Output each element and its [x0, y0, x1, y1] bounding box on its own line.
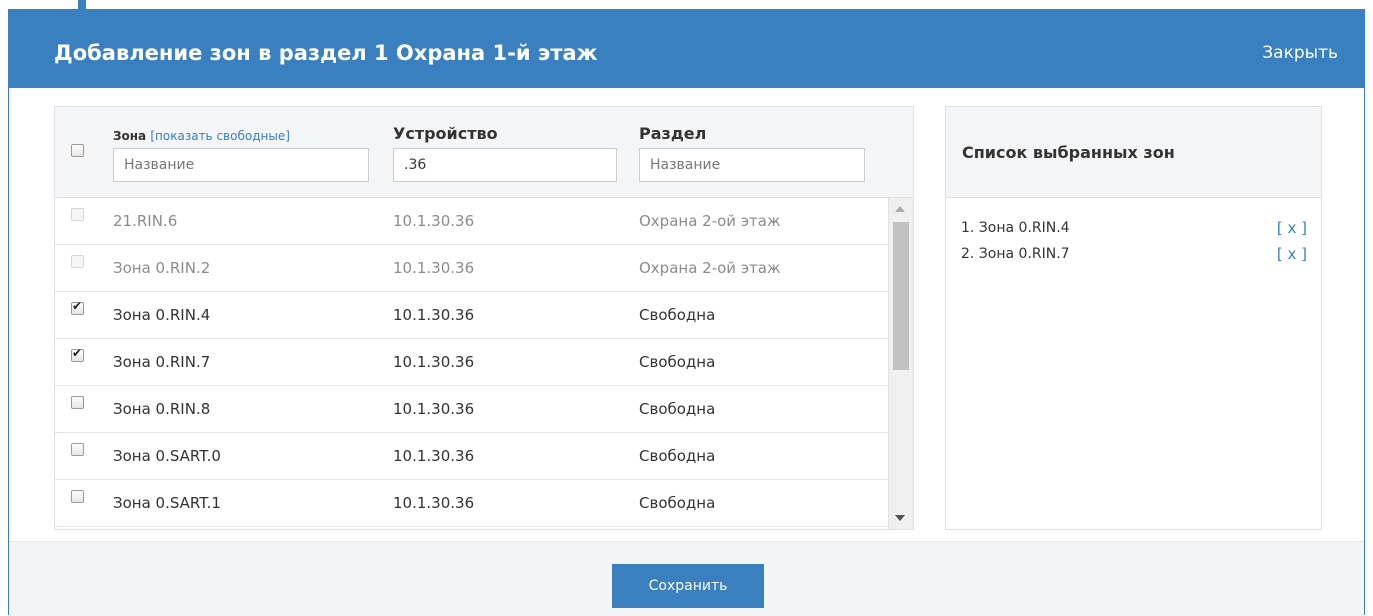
modal-title: Добавление зон в раздел 1 Охрана 1-й эта…	[54, 41, 598, 65]
zones-table: Зона [показать свободные] Устройство Раз…	[54, 106, 914, 530]
section-cell: Свободна	[639, 400, 716, 418]
section-cell: Свободна	[639, 306, 716, 324]
zone-checkbox[interactable]	[71, 443, 84, 456]
zone-filter-input[interactable]	[113, 148, 369, 182]
modal-footer: Сохранить	[9, 541, 1364, 616]
table-row[interactable]: Зона 0.SART.1 10.1.30.36 Свободна	[55, 480, 888, 527]
remove-zone-button[interactable]: [ x ]	[1277, 219, 1307, 237]
zone-checkbox[interactable]	[71, 396, 84, 409]
zone-name-cell: Зона 0.RIN.4	[113, 306, 211, 324]
zone-checkbox[interactable]	[71, 299, 84, 315]
section-cell: Охрана 2-ой этаж	[639, 259, 781, 277]
zone-column-label: Зона	[113, 129, 147, 143]
table-row[interactable]: Зона 0.RIN.4 10.1.30.36 Свободна	[55, 292, 888, 339]
device-cell: 10.1.30.36	[393, 259, 475, 277]
device-cell: 10.1.30.36	[393, 306, 475, 324]
device-cell: 10.1.30.36	[393, 400, 475, 418]
zones-table-header: Зона [показать свободные] Устройство Раз…	[55, 107, 913, 198]
section-column-label: Раздел	[639, 124, 707, 143]
selected-zone-item: 1. Зона 0.RIN.4	[961, 220, 1070, 236]
section-cell: Свободна	[639, 494, 716, 512]
close-button[interactable]: Закрыть	[1262, 42, 1338, 64]
zones-table-body: 21.RIN.6 10.1.30.36 Охрана 2-ой этаж Зона 0…	[55, 198, 888, 529]
table-row[interactable]: Зона 0.SART.0 10.1.30.36 Свободна	[55, 433, 888, 480]
table-row[interactable]: Зона 0.RIN.8 10.1.30.36 Свободна	[55, 386, 888, 433]
save-button[interactable]: Сохранить	[612, 564, 764, 608]
scroll-up-arrow-icon[interactable]	[895, 206, 905, 212]
table-row[interactable]: Зона 0.RIN.2 10.1.30.36 Охрана 2-ой этаж	[55, 245, 888, 292]
zone-checkbox[interactable]	[71, 346, 84, 362]
device-cell: 10.1.30.36	[393, 447, 475, 465]
zone-name-cell: Зона 0.RIN.2	[113, 259, 211, 277]
zone-checkbox	[71, 255, 84, 268]
section-cell: Свободна	[639, 447, 716, 465]
selected-zones-title: Список выбранных зон	[962, 143, 1175, 162]
selected-zones-panel: Список выбранных зон 1. Зона 0.RIN.4 [ x …	[945, 106, 1322, 530]
modal-header: Добавление зон в раздел 1 Охрана 1-й эта…	[9, 10, 1364, 88]
table-row[interactable]: Зона 0.RIN.7 10.1.30.36 Свободна	[55, 339, 888, 386]
scrollbar-thumb[interactable]	[893, 222, 909, 370]
show-free-link[interactable]: [показать свободные]	[150, 129, 290, 143]
zone-name-cell: 21.RIN.6	[113, 212, 178, 230]
zone-name-cell: Зона 0.SART.0	[113, 447, 221, 465]
section-cell: Охрана 2-ой этаж	[639, 212, 781, 230]
zone-name-cell: Зона 0.RIN.7	[113, 353, 211, 371]
top-accent-bar	[78, 0, 86, 9]
scroll-down-arrow-icon[interactable]	[895, 515, 905, 521]
device-cell: 10.1.30.36	[393, 212, 475, 230]
section-cell: Свободна	[639, 353, 716, 371]
zone-checkbox	[71, 208, 84, 221]
device-filter-input[interactable]	[393, 148, 617, 182]
table-scrollbar[interactable]	[888, 198, 913, 529]
device-cell: 10.1.30.36	[393, 494, 475, 512]
selected-zone-item: 2. Зона 0.RIN.7	[961, 246, 1070, 262]
zone-column-header: Зона [показать свободные]	[113, 129, 290, 143]
device-cell: 10.1.30.36	[393, 353, 475, 371]
table-row[interactable]: 21.RIN.6 10.1.30.36 Охрана 2-ой этаж	[55, 198, 888, 245]
device-column-label: Устройство	[393, 124, 498, 143]
section-filter-input[interactable]	[639, 148, 865, 182]
add-zones-modal: Добавление зон в раздел 1 Охрана 1-й эта…	[8, 9, 1365, 616]
zone-checkbox[interactable]	[71, 490, 84, 503]
select-all-checkbox[interactable]	[71, 144, 84, 157]
zone-name-cell: Зона 0.SART.1	[113, 494, 221, 512]
zone-name-cell: Зона 0.RIN.8	[113, 400, 211, 418]
selected-zones-header: Список выбранных зон	[946, 107, 1321, 198]
remove-zone-button[interactable]: [ x ]	[1277, 245, 1307, 263]
